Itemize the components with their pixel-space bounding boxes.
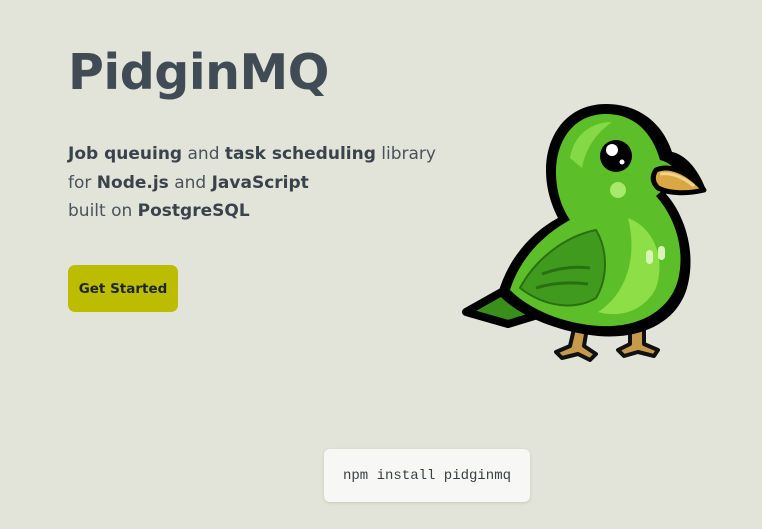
bird-eye (600, 140, 632, 172)
tagline-text: and (168, 172, 212, 193)
bird-mascot-icon (462, 104, 707, 362)
tagline-keyword: PostgreSQL (137, 201, 250, 221)
tagline-text: library (375, 144, 436, 164)
install-command[interactable]: npm install pidginmq (324, 449, 530, 502)
tagline-keyword: JavaScript (211, 172, 309, 193)
tagline-keyword: Node.js (96, 172, 169, 193)
bird-cheek (610, 182, 626, 198)
tagline-line-1: Job queuing and task scheduling library (68, 140, 448, 169)
tagline-line-3: built on PostgreSQL (68, 197, 448, 226)
shine-mark (646, 250, 653, 264)
tagline-keyword: Job queuing (68, 144, 183, 164)
get-started-button[interactable]: Get Started (68, 265, 178, 312)
tagline-text: built on (68, 201, 138, 221)
tagline-text: for (68, 172, 97, 193)
page-title: PidginMQ (68, 44, 329, 101)
shine-mark (658, 246, 665, 260)
tagline-text: and (182, 144, 225, 164)
hero-tagline: Job queuing and task scheduling library … (68, 140, 448, 226)
tagline-keyword: task scheduling (224, 144, 376, 164)
tagline-line-2: for Node.js and JavaScript (68, 169, 448, 198)
